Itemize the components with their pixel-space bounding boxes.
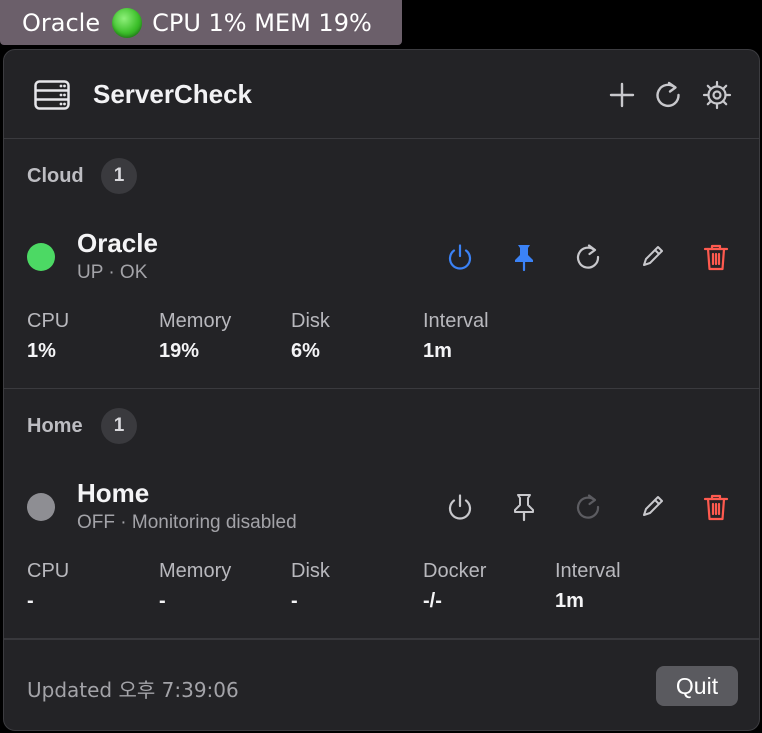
metric-value-memory: - [159,590,166,612]
power-icon [448,244,472,270]
metric-label-cpu: CPU [27,310,70,332]
delete-button[interactable] [700,241,732,273]
metric-value-disk: - [291,590,298,612]
edit-button[interactable] [636,241,668,273]
pin-filled-icon [515,245,533,272]
server-status: OFF · Monitoring disabled [77,512,297,533]
servercheck-panel: ServerCheck Cloud 1 Oracle UP · OK CPU 1… [3,49,760,731]
refresh-icon[interactable] [651,78,685,112]
group-label-cloud: Cloud [27,165,84,187]
status-up-dot-icon [27,243,55,271]
metric-label-cpu: CPU [27,560,70,582]
app-title: ServerCheck [93,79,252,109]
menubar-server-name: Oracle [22,8,101,37]
footer-divider [4,638,759,640]
group-count-badge: 1 [101,408,137,444]
group-label-home: Home [27,415,83,437]
edit-button[interactable] [636,491,668,523]
metric-value-cpu: - [27,590,34,612]
trash-icon [703,244,729,271]
server-status: UP · OK [77,262,148,283]
metric-value-interval: 1m [555,590,584,612]
power-toggle-button[interactable] [444,491,476,523]
metric-value-interval: 1m [423,340,452,362]
green-status-dot-icon [112,7,143,38]
refresh-server-button[interactable] [572,241,604,273]
quit-button[interactable]: Quit [656,666,738,706]
server-rack-icon [34,80,70,110]
metric-value-cpu: 1% [27,340,56,362]
metric-label-interval: Interval [423,310,489,332]
refresh-icon [576,494,600,519]
status-off-dot-icon [27,493,55,521]
pin-button[interactable] [508,491,540,523]
menubar-status-item[interactable]: Oracle CPU 1% MEM 19% [0,0,402,45]
trash-icon [703,494,729,521]
metric-label-disk: Disk [291,560,330,582]
group-count-badge: 1 [101,158,137,194]
pencil-icon [643,496,663,516]
pin-outline-icon [514,494,534,522]
section-divider [4,388,759,389]
refresh-icon [576,244,600,269]
metric-label-memory: Memory [159,310,232,332]
server-name: Oracle [77,228,158,258]
power-icon [448,494,472,520]
metric-label-interval: Interval [555,560,621,582]
pin-button[interactable] [508,241,540,273]
last-updated-text: Updated 오후 7:39:06 [27,678,239,702]
pencil-icon [643,246,663,266]
metric-label-memory: Memory [159,560,232,582]
metric-label-disk: Disk [291,310,330,332]
refresh-server-button[interactable] [572,491,604,523]
metric-value-memory: 19% [159,340,200,362]
power-toggle-button[interactable] [444,241,476,273]
plus-icon[interactable] [605,78,639,112]
server-name: Home [77,478,150,508]
delete-button[interactable] [700,491,732,523]
panel-header: ServerCheck [4,50,759,139]
metric-label-docker: Docker [423,560,487,582]
metric-value-docker: -/- [423,590,442,612]
menubar-stats: CPU 1% MEM 19% [152,8,372,37]
gear-icon[interactable] [700,78,734,112]
metric-value-disk: 6% [291,340,320,362]
